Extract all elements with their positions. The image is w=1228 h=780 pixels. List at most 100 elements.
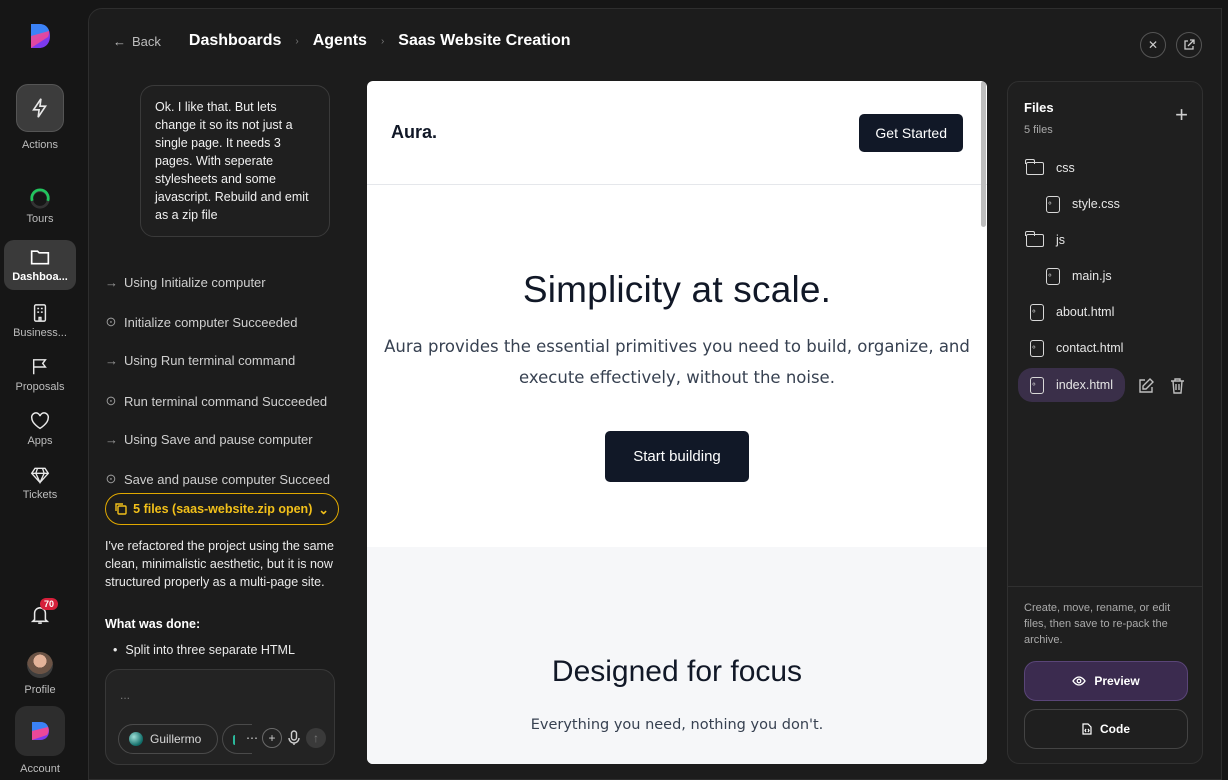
preview-button[interactable]: Preview	[1024, 661, 1188, 701]
chat-composer: ... Guillermo ⋯ + ↑	[105, 669, 335, 765]
file-item-selected[interactable]: index.html	[1018, 368, 1125, 402]
code-button[interactable]: Code	[1024, 709, 1188, 749]
code-file-icon	[1030, 303, 1044, 321]
get-started-button[interactable]: Get Started	[859, 113, 963, 152]
code-file-icon	[1030, 376, 1044, 394]
secondary-avatar-icon	[233, 735, 237, 745]
back-button[interactable]: ← Back	[113, 34, 161, 49]
file-name: style.css	[1072, 197, 1120, 211]
file-item[interactable]: about.html	[1030, 297, 1114, 327]
files-pill-label: 5 files (saas-website.zip open)	[133, 502, 313, 516]
rail-label-actions: Actions	[21, 139, 59, 151]
rail-label-account: Account	[20, 763, 60, 775]
step-item: → Using Initialize computer	[105, 275, 266, 290]
rail-item-tours[interactable]: Tours	[4, 188, 76, 225]
microphone-button[interactable]	[284, 728, 304, 748]
edit-icon	[1139, 378, 1154, 393]
file-item[interactable]: style.css	[1046, 189, 1120, 219]
files-attachment-button[interactable]: 5 files (saas-website.zip open) ⌄	[105, 493, 339, 525]
step-item: ⊙ Initialize computer Succeeded	[105, 314, 298, 330]
send-button[interactable]: ↑	[306, 728, 326, 748]
app-logo[interactable]	[28, 22, 52, 50]
folder-item[interactable]: css	[1025, 153, 1075, 183]
arrow-left-icon: ←	[113, 33, 126, 49]
rail-label-tours: Tours	[26, 213, 54, 225]
eye-icon	[1072, 676, 1087, 686]
preview-brand[interactable]: Aura.	[391, 122, 437, 143]
start-building-button[interactable]: Start building	[605, 431, 749, 482]
step-text: Using Run terminal command	[124, 353, 296, 368]
close-button[interactable]: ✕	[1140, 32, 1166, 58]
step-text: Using Save and pause computer	[124, 432, 313, 447]
check-circle-icon: ⊙	[105, 314, 117, 329]
code-button-label: Code	[1100, 722, 1130, 736]
add-file-button[interactable]: +	[1175, 102, 1188, 128]
preview-scrollbar[interactable]	[981, 81, 986, 227]
step-text: Save and pause computer Succeed	[124, 471, 330, 487]
edit-file-button[interactable]	[1138, 378, 1154, 398]
file-name: css	[1056, 161, 1075, 175]
hero-text: Aura provides the essential primitives y…	[384, 337, 970, 387]
step-text: Run terminal command Succeeded	[124, 393, 328, 409]
more-icon: ⋯	[246, 731, 258, 745]
breadcrumb-current: Saas Website Creation	[398, 32, 571, 49]
close-icon: ✕	[1147, 38, 1159, 52]
assistant-reply: I've refactored the project using the sa…	[105, 539, 334, 589]
model-selector[interactable]: Guillermo	[118, 724, 218, 754]
website-preview: Aura. Get Started Simplicity at scale. A…	[367, 81, 987, 764]
folder-icon	[29, 246, 51, 268]
copy-icon	[115, 503, 127, 515]
heart-icon	[29, 410, 51, 432]
rail-item-actions[interactable]: Actions	[4, 84, 76, 151]
rail-label-profile: Profile	[24, 684, 56, 696]
step-item: → Using Save and pause computer	[105, 432, 313, 447]
open-external-button[interactable]	[1176, 32, 1202, 58]
folder-item[interactable]: js	[1025, 225, 1065, 255]
rail-item-business[interactable]: Business...	[4, 302, 76, 339]
rail-label-dashboards: Dashboa...	[12, 271, 68, 283]
avatar	[27, 652, 53, 678]
file-item[interactable]: main.js	[1046, 261, 1112, 291]
arrow-right-icon: →	[105, 275, 118, 290]
left-rail: Actions Tours Dashboa... Business... Pro…	[0, 0, 88, 780]
section-title: Designed for focus	[551, 655, 803, 688]
code-file-icon	[1030, 339, 1044, 357]
rail-item-tickets[interactable]: Tickets	[4, 464, 76, 501]
chevron-down-icon: ⌄	[318, 502, 329, 517]
chevron-right-icon: ›	[295, 35, 299, 47]
preview-button-label: Preview	[1094, 674, 1140, 688]
rail-item-apps[interactable]: Apps	[4, 410, 76, 447]
add-button[interactable]: +	[262, 728, 282, 748]
breadcrumb-dashboards[interactable]: Dashboards	[189, 32, 281, 50]
breadcrumb-agents[interactable]: Agents	[313, 32, 367, 50]
preview-hero: Simplicity at scale. Aura provides the e…	[367, 185, 987, 547]
rail-item-proposals[interactable]: Proposals	[4, 356, 76, 393]
file-item[interactable]: contact.html	[1030, 333, 1123, 363]
reply-heading: What was done:	[105, 617, 201, 631]
rail-item-profile[interactable]: Profile	[4, 652, 76, 696]
gem-icon	[29, 464, 51, 486]
file-name: contact.html	[1056, 341, 1124, 355]
external-link-icon	[1184, 39, 1195, 50]
chevron-right-icon: ›	[380, 35, 385, 47]
flag-icon	[29, 356, 51, 378]
building-icon	[29, 302, 51, 324]
progress-ring-icon	[29, 188, 51, 210]
rail-item-dashboards[interactable]: Dashboa...	[4, 240, 76, 290]
bolt-icon	[16, 84, 64, 132]
delete-file-button[interactable]	[1170, 378, 1185, 398]
list-item-text: Split into three separate HTML	[125, 643, 295, 657]
hero-title: Simplicity at scale.	[522, 269, 832, 310]
user-message: Ok. I like that. But lets change it so i…	[140, 85, 330, 237]
message-input[interactable]: ...	[120, 688, 130, 702]
trash-icon	[1171, 378, 1184, 394]
files-count: 5 files	[1024, 124, 1053, 136]
rail-item-account[interactable]: Account	[4, 706, 76, 775]
main-panel: ← Back Dashboards › Agents › Saas Websit…	[88, 8, 1222, 780]
more-button[interactable]: ⋯	[242, 728, 262, 748]
folder-open-icon	[1025, 158, 1044, 175]
microphone-icon	[288, 730, 300, 745]
files-help-text: Create, move, rename, or edit files, the…	[1024, 602, 1171, 646]
model-name: Guillermo	[150, 732, 202, 746]
plus-icon: +	[268, 731, 276, 745]
